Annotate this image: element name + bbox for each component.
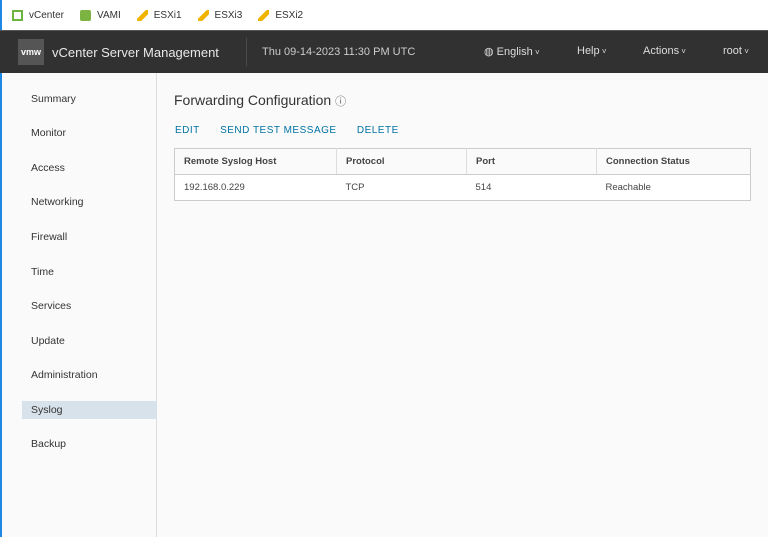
sidebar-item-monitor[interactable]: Monitor — [22, 124, 157, 142]
sidebar-item-update[interactable]: Update — [22, 332, 157, 350]
sidebar-item-summary[interactable]: Summary — [22, 90, 157, 108]
vami-icon — [80, 9, 92, 21]
chevron-down-icon: ˅ — [679, 47, 686, 56]
cell-host: 192.168.0.229 — [184, 182, 245, 193]
browser-tabs: vCenter VAMI ESXi1 ESXi3 ESXi2 — [0, 0, 768, 30]
sidebar-item-access[interactable]: Access — [22, 159, 157, 177]
column-header[interactable]: Remote Syslog Host — [174, 148, 337, 175]
chevron-down-icon: ˅ — [532, 48, 540, 57]
info-icon[interactable]: ⓘ — [335, 96, 346, 108]
tab-esxi3[interactable]: ESXi3 — [197, 9, 242, 21]
sidebar-item-services[interactable]: Services — [22, 297, 157, 315]
vcenter-icon — [12, 9, 23, 21]
host-icon — [258, 9, 270, 21]
app-header: vmw vCenter Server Management Thu 09-14-… — [0, 30, 768, 73]
globe-icon: ◍ — [484, 46, 497, 58]
cell-status: Reachable — [605, 182, 651, 193]
sidebar-item-syslog[interactable]: Syslog — [22, 401, 157, 419]
action-bar: EDIT SEND TEST MESSAGE DELETE — [175, 125, 416, 136]
column-header[interactable]: Port — [466, 148, 597, 175]
sidebar-item-administration[interactable]: Administration — [22, 366, 157, 384]
table-row[interactable]: 192.168.0.229 TCP 514 Reachable — [175, 175, 751, 201]
sidebar: Summary Monitor Access Networking Firewa… — [0, 73, 157, 537]
help-menu[interactable]: Help ˅ — [577, 45, 607, 57]
host-icon — [136, 9, 148, 21]
sidebar-item-time[interactable]: Time — [22, 263, 157, 281]
app-title: vCenter Server Management — [52, 44, 219, 60]
delete-button[interactable]: DELETE — [357, 125, 399, 136]
cell-port: 514 — [475, 182, 492, 193]
vmware-logo: vmw — [18, 39, 44, 65]
edit-button[interactable]: EDIT — [175, 125, 200, 136]
column-header[interactable]: Protocol — [336, 148, 467, 175]
host-icon — [197, 9, 209, 21]
tab-vcenter[interactable]: vCenter — [12, 9, 64, 21]
send-test-message-button[interactable]: SEND TEST MESSAGE — [220, 125, 337, 136]
user-menu[interactable]: root ˅ — [723, 45, 749, 57]
actions-menu[interactable]: Actions ˅ — [643, 45, 686, 57]
sidebar-item-networking[interactable]: Networking — [22, 193, 157, 211]
page-title: Forwarding Configuration ⓘ — [174, 92, 347, 108]
sidebar-item-backup[interactable]: Backup — [22, 435, 157, 453]
language-menu[interactable]: ◍ English ˅ — [484, 45, 540, 58]
datetime: Thu 09-14-2023 11:30 PM UTC — [262, 46, 416, 58]
tab-esxi1[interactable]: ESXi1 — [136, 9, 182, 21]
main-content: Forwarding Configuration ⓘ — [174, 92, 346, 109]
syslog-table: Remote Syslog Host Protocol Port Connect… — [174, 148, 751, 201]
chevron-down-icon: ˅ — [599, 47, 607, 56]
cell-protocol: TCP — [345, 182, 365, 193]
column-header[interactable]: Connection Status — [596, 148, 751, 175]
tab-vami[interactable]: VAMI — [80, 9, 121, 21]
table-header: Remote Syslog Host Protocol Port Connect… — [174, 148, 751, 175]
tab-esxi2[interactable]: ESXi2 — [258, 9, 303, 21]
sidebar-item-firewall[interactable]: Firewall — [22, 228, 157, 246]
chevron-down-icon: ˅ — [741, 47, 749, 56]
divider — [246, 38, 247, 66]
